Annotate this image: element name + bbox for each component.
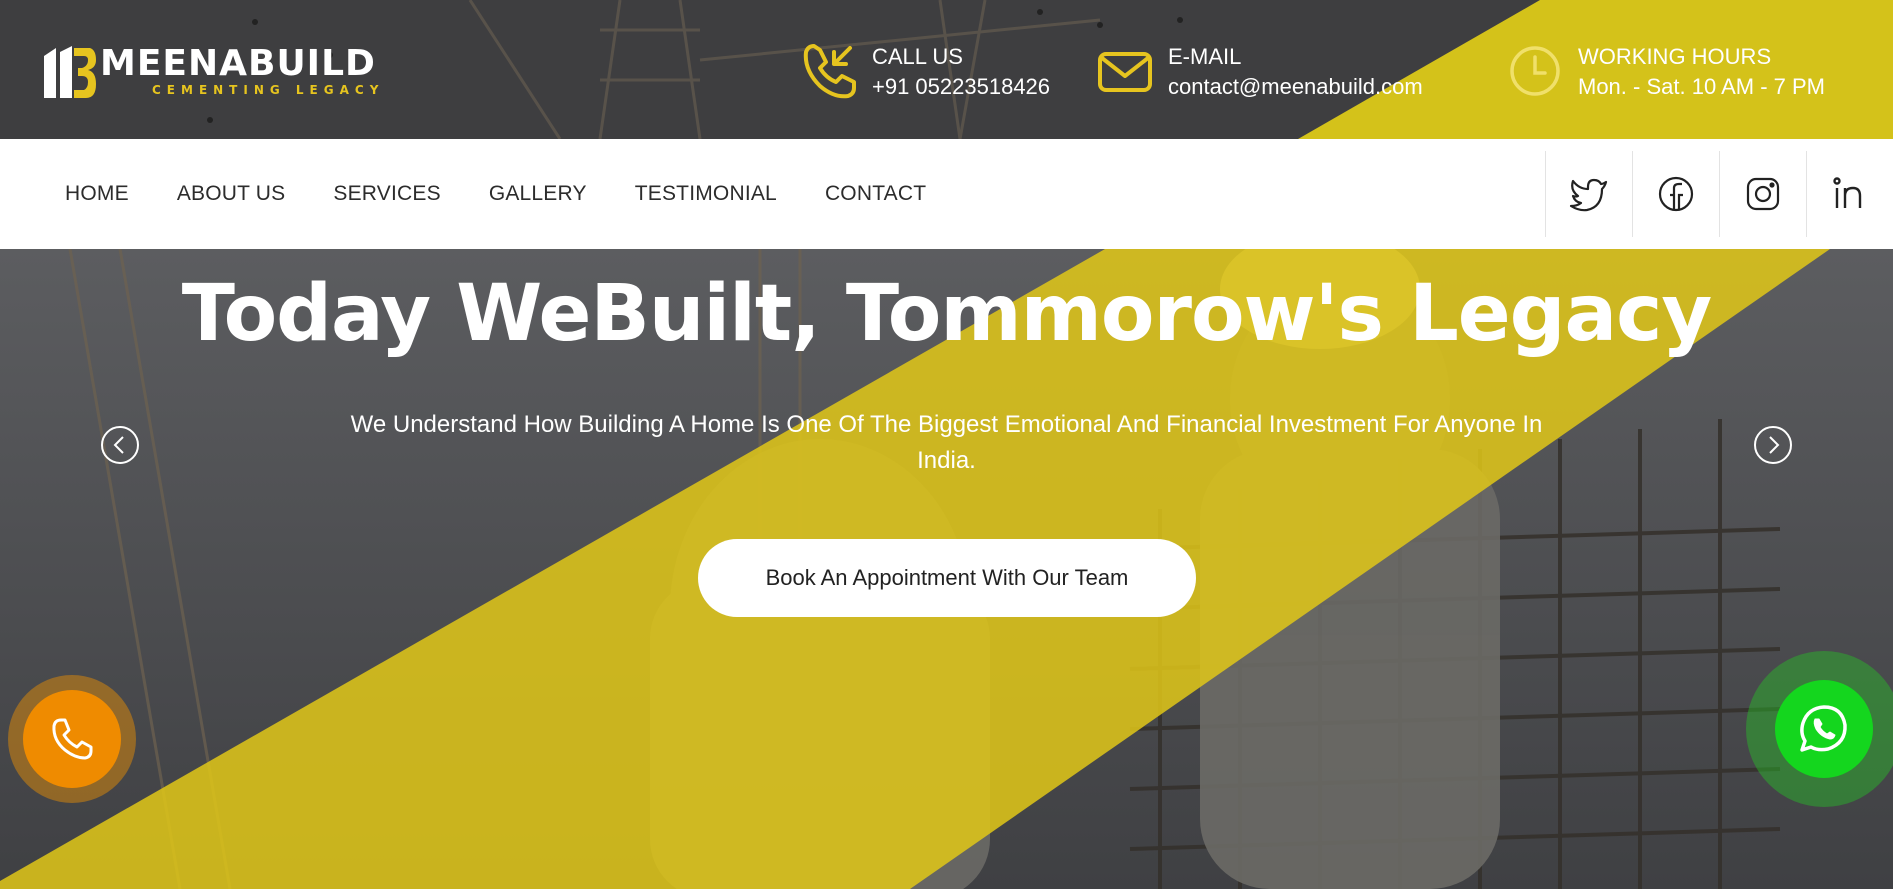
chevron-left-icon — [113, 436, 124, 454]
instagram-icon — [1746, 177, 1780, 211]
hours-value: Mon. - Sat. 10 AM - 7 PM — [1578, 74, 1825, 99]
clock-icon — [1510, 46, 1560, 96]
call-floating-button[interactable] — [8, 675, 136, 803]
nav-testimonial[interactable]: TESTIMONIAL — [635, 182, 777, 206]
nav-contact[interactable]: CONTACT — [825, 182, 926, 206]
phone-incoming-icon — [803, 44, 856, 99]
slider-next-button[interactable] — [1754, 426, 1792, 464]
hero-subtitle: We Understand How Building A Home Is One… — [350, 411, 1543, 474]
social-links — [1545, 151, 1893, 237]
email-block[interactable]: E-MAIL contact@meenabuild.com — [1096, 42, 1423, 102]
hours-label: WORKING HOURS — [1578, 44, 1772, 69]
facebook-link[interactable] — [1632, 151, 1719, 237]
brand-logo[interactable]: MEENABUILD CEMENTING LEGACY — [40, 42, 384, 100]
email-address[interactable]: contact@meenabuild.com — [1168, 72, 1423, 102]
whatsapp-icon — [1800, 705, 1847, 752]
hero-slider: Today WeBuilt, Tommorow's Legacy We Unde… — [0, 249, 1893, 889]
twitter-link[interactable] — [1545, 151, 1632, 237]
nav-gallery[interactable]: GALLERY — [489, 182, 587, 206]
whatsapp-floating-button[interactable] — [1746, 651, 1893, 807]
call-phone-number[interactable]: +91 05223518426 — [872, 72, 1050, 102]
call-us-block[interactable]: CALL US +91 05223518426 — [800, 42, 1050, 102]
twitter-icon — [1569, 178, 1608, 212]
nav-home[interactable]: HOME — [65, 182, 129, 206]
facebook-icon — [1658, 176, 1694, 212]
slider-prev-button[interactable] — [101, 426, 139, 464]
phone-icon — [52, 718, 93, 760]
brand-tagline: CEMENTING LEGACY — [152, 83, 385, 97]
nav-services[interactable]: SERVICES — [333, 182, 440, 206]
linkedin-link[interactable] — [1806, 151, 1893, 237]
linkedin-icon — [1833, 177, 1862, 208]
call-label: CALL US — [872, 44, 963, 69]
nav-about-us[interactable]: ABOUT US — [177, 182, 286, 206]
top-info-bar: MEENABUILD CEMENTING LEGACY CALL US +91 … — [0, 0, 1893, 139]
brand-name: MEENABUILD — [100, 43, 376, 84]
envelope-icon — [1098, 52, 1152, 92]
email-label: E-MAIL — [1168, 44, 1242, 69]
main-navbar: HOME ABOUT US SERVICES GALLERY TESTIMONI… — [0, 139, 1893, 249]
book-appointment-button[interactable]: Book An Appointment With Our Team — [698, 539, 1196, 617]
working-hours-block: WORKING HOURS Mon. - Sat. 10 AM - 7 PM — [1506, 42, 1825, 102]
hero-title: Today WeBuilt, Tommorow's Legacy — [181, 269, 1713, 359]
nav-menu: HOME ABOUT US SERVICES GALLERY TESTIMONI… — [65, 139, 974, 249]
logo-mark-icon — [44, 46, 96, 98]
chevron-right-icon — [1769, 436, 1780, 454]
instagram-link[interactable] — [1719, 151, 1806, 237]
